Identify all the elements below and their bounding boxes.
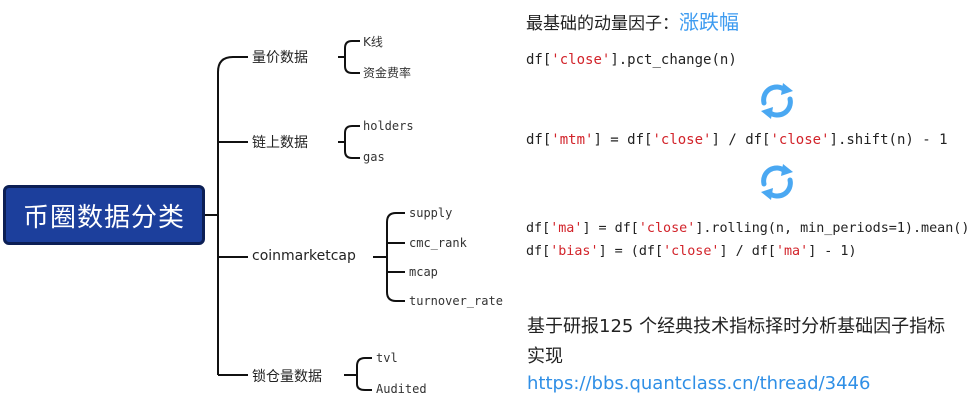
leaf-node: 资金费率	[363, 66, 412, 80]
branch-node-coinmarketcap: coinmarketcap	[252, 248, 356, 264]
branch-label: 锁仓量数据	[252, 369, 322, 385]
leaf-node: Audited	[376, 382, 427, 396]
panel-title-prefix: 最基础的动量因子：	[526, 14, 679, 34]
branch-node-price-volume: 量价数据	[252, 47, 308, 67]
code-line-bias: df['bias'] = (df['close'] / df['ma'] - 1…	[526, 244, 857, 259]
leaf-node: cmc_rank	[409, 236, 467, 250]
root-node: 币圈数据分类	[3, 185, 205, 245]
branch-node-onchain: 链上数据	[252, 132, 308, 152]
reference-description: 基于研报125 个经典技术指标择时分析基础因子指标实现	[527, 316, 946, 367]
panel-title-highlight: 涨跌幅	[679, 10, 739, 34]
branch-label: coinmarketcap	[252, 248, 356, 264]
leaf-node: mcap	[409, 265, 438, 279]
leaf-node: supply	[409, 206, 453, 220]
branch-label: 量价数据	[252, 50, 308, 66]
code-line-pct-change: df['close'].pct_change(n)	[526, 52, 737, 68]
reference-link[interactable]: https://bbs.quantclass.cn/thread/3446	[527, 373, 870, 394]
panel-title: 最基础的动量因子：涨跌幅	[526, 6, 739, 35]
refresh-icon	[761, 164, 793, 200]
refresh-icon	[761, 83, 793, 119]
root-node-label: 币圈数据分类	[22, 202, 185, 233]
leaf-node: holders	[363, 119, 414, 133]
branch-node-tvl: 锁仓量数据	[252, 366, 322, 386]
leaf-node: K线	[363, 35, 383, 49]
code-line-ma: df['ma'] = df['close'].rolling(n, min_pe…	[526, 221, 970, 236]
leaf-node: tvl	[376, 351, 398, 365]
leaf-node: gas	[363, 150, 385, 164]
code-line-mtm: df['mtm'] = df['close'] / df['close'].sh…	[526, 132, 948, 148]
leaf-node: turnover_rate	[409, 294, 503, 308]
branch-label: 链上数据	[252, 135, 308, 151]
